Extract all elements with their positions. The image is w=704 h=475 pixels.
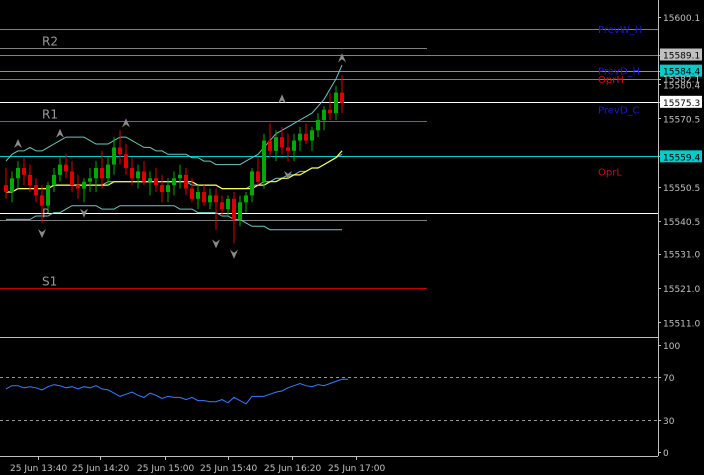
time-tick-label: 25 Jun 14:20 bbox=[72, 464, 129, 474]
candle-body bbox=[214, 195, 218, 203]
candle-body bbox=[88, 178, 92, 182]
candle-body bbox=[220, 202, 224, 210]
candle-body bbox=[196, 192, 200, 199]
price-tag-label: 15511.0 bbox=[663, 319, 700, 329]
indicator-label: PrevD_C bbox=[598, 106, 640, 117]
candle-body bbox=[310, 130, 314, 141]
candle-body bbox=[172, 178, 176, 186]
price-tag-label: 15531.0 bbox=[663, 251, 700, 261]
candle-body bbox=[274, 137, 278, 151]
candle-body bbox=[178, 174, 182, 179]
oscillator-tick-label: 30 bbox=[663, 417, 675, 427]
candle-body bbox=[154, 178, 158, 186]
time-tick-label: 25 Jun 13:40 bbox=[10, 464, 67, 474]
candle-body bbox=[238, 202, 242, 220]
time-tick-label: 25 Jun 15:40 bbox=[200, 464, 257, 474]
candle-body bbox=[28, 174, 32, 186]
candle-body bbox=[82, 181, 86, 189]
oscillator-tick-label: 0 bbox=[663, 449, 669, 459]
time-tick-label: 25 Jun 17:00 bbox=[328, 464, 385, 474]
candle-body bbox=[322, 109, 326, 120]
level-label: R2 bbox=[42, 35, 58, 49]
candle-body bbox=[232, 198, 236, 220]
indicator-label: OprH bbox=[598, 75, 624, 86]
time-tick-label: 25 Jun 15:00 bbox=[137, 464, 194, 474]
candle-body bbox=[40, 195, 44, 206]
price-tag-label: 15570.5 bbox=[663, 115, 700, 125]
candle-body bbox=[52, 174, 56, 186]
indicator-label: OprL bbox=[598, 167, 622, 178]
candle-body bbox=[190, 188, 194, 199]
candle-body bbox=[160, 185, 164, 192]
candle-body bbox=[292, 140, 296, 151]
price-tag-label: 15521.0 bbox=[663, 285, 700, 295]
candle-body bbox=[22, 168, 26, 175]
candle-body bbox=[334, 92, 338, 114]
price-tag-label: 15589.1 bbox=[663, 52, 700, 62]
candle-body bbox=[280, 137, 284, 148]
candle-body bbox=[250, 171, 254, 196]
candle-body bbox=[184, 174, 188, 189]
candle-body bbox=[76, 185, 80, 189]
candle-body bbox=[202, 192, 206, 203]
candle-body bbox=[112, 147, 116, 165]
candle-body bbox=[106, 164, 110, 179]
candle-body bbox=[148, 178, 152, 182]
candle-body bbox=[10, 178, 14, 192]
level-label: S1 bbox=[42, 275, 57, 289]
chart-root: R2R1PS1PrevW_HPrevD_HOprHPrevD_COprL1560… bbox=[0, 0, 704, 475]
candle-body bbox=[286, 147, 290, 151]
candle-body bbox=[262, 140, 266, 182]
oscillator-tick-label: 100 bbox=[663, 342, 680, 352]
candle-body bbox=[316, 120, 320, 131]
candle-body bbox=[64, 164, 68, 172]
candle-body bbox=[70, 171, 74, 186]
price-tag-label: 15550.5 bbox=[663, 184, 700, 194]
candle-body bbox=[328, 109, 332, 114]
candle-body bbox=[304, 133, 308, 141]
candle-body bbox=[130, 168, 134, 179]
level-label: R1 bbox=[42, 108, 58, 122]
candle-body bbox=[244, 195, 248, 203]
price-tag-label: 15559.4 bbox=[663, 153, 700, 163]
candle-body bbox=[58, 164, 62, 175]
candle-body bbox=[268, 140, 272, 151]
candle-body bbox=[226, 198, 230, 210]
candle-body bbox=[136, 171, 140, 179]
candle-body bbox=[100, 168, 104, 179]
price-tag-label: 15600.1 bbox=[663, 14, 700, 24]
candle-body bbox=[118, 147, 122, 155]
time-tick-label: 25 Jun 16:20 bbox=[264, 464, 321, 474]
candle-body bbox=[340, 92, 344, 103]
candle-body bbox=[142, 171, 146, 182]
candle-body bbox=[208, 195, 212, 203]
candle-body bbox=[298, 133, 302, 141]
price-tag-label: 15580.4 bbox=[663, 81, 700, 91]
candle-body bbox=[16, 168, 20, 179]
candle-body bbox=[256, 171, 260, 182]
candle-body bbox=[34, 185, 38, 196]
price-tag-label: 15540.5 bbox=[663, 218, 700, 228]
candle-body bbox=[166, 185, 170, 192]
candle-body bbox=[94, 168, 98, 179]
indicator-label: PrevW_H bbox=[598, 25, 642, 36]
candle-body bbox=[46, 185, 50, 206]
candle-body bbox=[124, 154, 128, 168]
oscillator-tick-label: 70 bbox=[663, 374, 675, 384]
candle-body bbox=[4, 185, 8, 192]
price-tag-label: 15575.3 bbox=[663, 99, 700, 109]
